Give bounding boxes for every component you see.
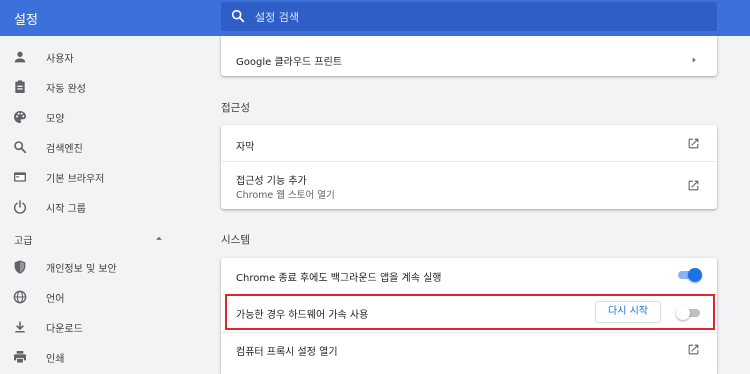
accessibility-section-title: 접근성 <box>221 102 250 114</box>
captions-label: 자막 <box>236 142 255 153</box>
toggle-knob <box>688 268 702 282</box>
system-section-title: 시스템 <box>221 234 250 246</box>
sidebar-item-label: 모양 <box>46 114 65 125</box>
sidebar-item-default-browser[interactable]: 기본 브라우저 <box>0 162 190 192</box>
sidebar-item-appearance[interactable]: 모양 <box>0 102 190 132</box>
background-apps-label: Chrome 종료 후에도 백그라운드 앱을 계속 실행 <box>236 273 442 284</box>
sidebar-item-downloads[interactable]: 다운로드 <box>0 312 190 342</box>
sidebar-item-label: 검색엔진 <box>46 144 83 155</box>
top-bar: 설정 설정 검색 <box>0 0 750 36</box>
search-input[interactable]: 설정 검색 <box>255 9 299 25</box>
browser-icon <box>14 172 26 182</box>
power-icon <box>13 200 27 214</box>
sidebar-advanced-toggle[interactable]: 고급 <box>0 226 190 250</box>
add-accessibility-features-row[interactable]: 접근성 기능 추가 Chrome 웹 스토어 열기 <box>221 162 717 209</box>
accessibility-card: 자막 접근성 기능 추가 Chrome 웹 스토어 열기 <box>221 125 717 209</box>
sidebar-item-on-startup[interactable]: 시작 그룹 <box>0 192 190 222</box>
shield-icon <box>14 260 26 274</box>
sidebar-item-label: 개인정보 및 보안 <box>46 264 117 275</box>
open-in-new-icon[interactable] <box>687 179 700 192</box>
sidebar-item-label: 시작 그룹 <box>46 204 86 215</box>
open-in-new-icon[interactable] <box>687 343 700 356</box>
sidebar-item-languages[interactable]: 언어 <box>0 282 190 312</box>
sidebar-item-label: 사용자 <box>46 54 74 65</box>
cloud-print-label: Google 클라우드 프린트 <box>236 57 343 68</box>
sidebar-item-people[interactable]: 사용자 <box>0 42 190 72</box>
person-icon <box>14 51 26 63</box>
sidebar-item-label: 언어 <box>46 294 65 305</box>
background-apps-row[interactable]: Chrome 종료 후에도 백그라운드 앱을 계속 실행 <box>221 258 717 292</box>
sidebar-item-privacy[interactable]: 개인정보 및 보안 <box>0 252 190 282</box>
printer-icon <box>14 351 26 364</box>
download-icon <box>15 321 25 333</box>
clipboard-icon <box>15 80 25 93</box>
search-icon <box>14 141 27 154</box>
arrow-up-icon <box>156 236 162 240</box>
cloud-print-card: Google 클라우드 프린트 <box>221 36 717 76</box>
sidebar-item-autofill[interactable]: 자동 완성 <box>0 72 190 102</box>
sidebar-item-search-engine[interactable]: 검색엔진 <box>0 132 190 162</box>
open-in-new-icon[interactable] <box>687 137 700 150</box>
chevron-right-icon <box>692 57 696 63</box>
sidebar-advanced-label: 고급 <box>14 236 33 247</box>
globe-icon <box>13 290 27 304</box>
palette-icon <box>14 111 26 123</box>
sidebar-item-printing[interactable]: 인쇄 <box>0 342 190 372</box>
proxy-settings-label: 컴퓨터 프록시 설정 열기 <box>236 347 338 358</box>
proxy-settings-row[interactable]: 컴퓨터 프록시 설정 열기 <box>221 333 717 369</box>
webstore-sublabel: Chrome 웹 스토어 열기 <box>236 190 335 201</box>
highlight-box <box>225 294 715 330</box>
search-icon <box>231 9 245 23</box>
page-title: 설정 <box>14 13 38 28</box>
cloud-print-row[interactable]: Google 클라우드 프린트 <box>221 46 717 72</box>
captions-row[interactable]: 자막 <box>221 125 717 161</box>
background-apps-toggle[interactable] <box>676 268 702 282</box>
sidebar-item-label: 기본 브라우저 <box>46 174 105 185</box>
sidebar-item-label: 인쇄 <box>46 354 65 365</box>
search-box[interactable]: 설정 검색 <box>221 2 717 31</box>
sidebar-item-label: 다운로드 <box>46 324 83 335</box>
add-accessibility-features-label: 접근성 기능 추가 <box>236 176 307 187</box>
sidebar: 사용자 자동 완성 모양 검색엔진 기본 브라우저 시작 그룹 고급 개인정보 … <box>0 36 190 374</box>
sidebar-item-label: 자동 완성 <box>46 84 86 95</box>
